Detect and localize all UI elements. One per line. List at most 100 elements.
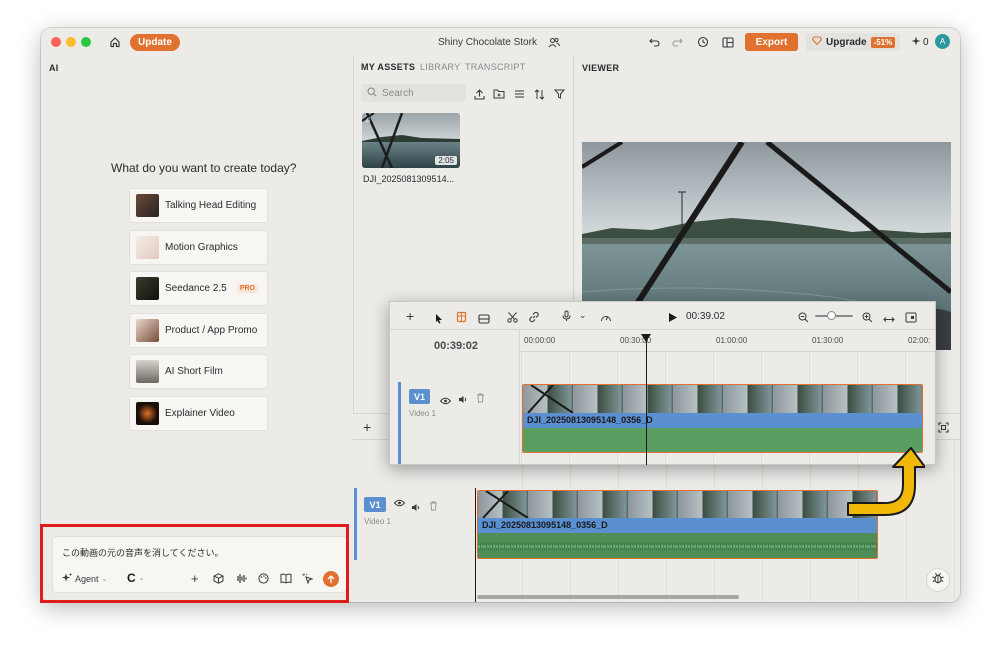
settings-button[interactable]	[926, 568, 950, 592]
zoom-toolbar: + ⌄ 00:39.02	[390, 302, 935, 330]
asset-thumbnail[interactable]: ♫ 2:05	[362, 113, 460, 168]
template-seedance[interactable]: Seedance 2.5 PRO	[129, 271, 268, 306]
minimize-window-button[interactable]	[66, 37, 76, 47]
credits-counter[interactable]: 0	[911, 36, 929, 49]
mic-icon[interactable]	[562, 309, 571, 327]
zoom-slider[interactable]	[815, 311, 853, 320]
scissors-icon[interactable]	[507, 310, 518, 328]
track-header-v1[interactable]: V1 Video 1	[354, 488, 475, 560]
blade-magnet-icon[interactable]	[456, 310, 467, 328]
clip-video-band: DJI_20250813095148_0356_D	[523, 413, 922, 428]
playhead-handle[interactable]	[641, 334, 651, 342]
update-button[interactable]: Update	[130, 34, 180, 51]
highlight-box	[40, 524, 349, 603]
horizontal-scrollbar[interactable]	[477, 595, 739, 599]
audio-indicator-icon: ♫	[365, 115, 371, 124]
upload-icon[interactable]	[472, 87, 486, 101]
timeline-view-icon[interactable]	[905, 310, 917, 328]
template-ai-short-film[interactable]: AI Short Film	[129, 354, 268, 389]
discount-badge: -51%	[870, 36, 896, 48]
trash-icon[interactable]	[429, 498, 438, 516]
search-icon	[367, 86, 377, 100]
template-thumbnail	[136, 402, 159, 425]
tab-my-assets[interactable]: MY ASSETS	[361, 62, 415, 72]
sort-icon[interactable]	[532, 87, 546, 101]
video-clip[interactable]: DJI_20250813095148_0356_D	[477, 490, 878, 559]
ruler-tick: 01:00:00	[716, 336, 748, 345]
export-button[interactable]: Export	[745, 33, 798, 51]
avatar[interactable]: A	[935, 34, 950, 49]
volume-icon[interactable]	[411, 499, 421, 517]
ripple-icon[interactable]	[478, 311, 490, 329]
template-label: Product / App Promo	[165, 325, 258, 336]
asset-duration: 2:05	[435, 156, 457, 165]
speed-icon[interactable]	[600, 310, 612, 328]
fit-width-icon[interactable]	[883, 311, 895, 329]
clip-video-band: DJI_20250813095148_0356_D	[478, 518, 877, 533]
ruler-tick: 00:00:00	[524, 336, 556, 345]
filter-icon[interactable]	[552, 87, 566, 101]
zoom-track-header-v1[interactable]: V1 Video 1	[398, 382, 520, 464]
eye-icon[interactable]	[439, 392, 452, 410]
tab-library[interactable]: LIBRARY	[420, 62, 460, 72]
add-track-icon[interactable]: +	[406, 308, 414, 324]
ruler-tick: 01:30:00	[812, 336, 844, 345]
home-icon[interactable]	[107, 34, 123, 50]
pro-badge: PRO	[236, 284, 258, 293]
tab-transcript[interactable]: TRANSCRIPT	[465, 62, 526, 72]
template-thumbnail	[136, 277, 159, 300]
upgrade-button[interactable]: Upgrade -51%	[806, 33, 900, 51]
title-bar: Update Shiny Chocolate Stork Export Upgr…	[41, 28, 960, 56]
asset-name[interactable]: DJI_2025081309514...	[363, 174, 454, 184]
project-title[interactable]: Shiny Chocolate Stork	[438, 37, 537, 48]
new-folder-icon[interactable]	[492, 87, 506, 101]
layout-icon[interactable]	[721, 35, 735, 49]
zoom-ruler: 00:00:00 00:30:00 01:00:00 01:30:00 02:0…	[521, 330, 935, 352]
chevron-down-icon[interactable]: ⌄	[579, 310, 587, 321]
zoom-slider-thumb[interactable]	[827, 311, 836, 320]
template-product-promo[interactable]: Product / App Promo	[129, 313, 268, 348]
close-window-button[interactable]	[51, 37, 61, 47]
gem-icon	[811, 36, 823, 48]
track-name: Video 1	[364, 517, 391, 526]
playhead[interactable]	[641, 334, 651, 465]
link-icon[interactable]	[528, 310, 540, 328]
template-label: Seedance 2.5	[165, 283, 227, 294]
template-motion-graphics[interactable]: Motion Graphics	[129, 230, 268, 265]
zoom-in-icon[interactable]	[862, 310, 873, 328]
undo-icon[interactable]	[647, 35, 661, 49]
template-talking-head[interactable]: Talking Head Editing	[129, 188, 268, 223]
trash-icon[interactable]	[476, 390, 485, 408]
select-tool-icon[interactable]	[435, 311, 443, 329]
fullscreen-icon[interactable]	[938, 420, 949, 438]
search-input[interactable]: Search	[361, 84, 466, 102]
template-label: Talking Head Editing	[165, 200, 257, 211]
template-thumbnail	[136, 194, 159, 217]
template-thumbnail	[136, 319, 159, 342]
search-placeholder: Search	[382, 87, 414, 99]
add-track-icon[interactable]: +	[363, 419, 371, 435]
history-icon[interactable]	[696, 35, 710, 49]
upgrade-label: Upgrade	[826, 36, 867, 48]
zoom-window-button[interactable]	[81, 37, 91, 47]
clip-name: DJI_20250813095148_0356_D	[527, 415, 653, 425]
list-view-icon[interactable]	[512, 87, 526, 101]
zoom-out-icon[interactable]	[798, 310, 809, 328]
credits-value: 0	[923, 37, 929, 48]
play-icon[interactable]	[668, 310, 678, 328]
redo-icon[interactable]	[670, 35, 684, 49]
eye-icon[interactable]	[393, 499, 406, 509]
viewer-label: VIEWER	[582, 63, 620, 73]
playhead[interactable]	[475, 488, 476, 602]
clip-name: DJI_20250813095148_0356_D	[482, 520, 608, 530]
ruler-tick: 02:00:	[908, 336, 931, 345]
track-label: V1	[364, 497, 386, 512]
collaborators-icon[interactable]	[547, 35, 561, 49]
volume-icon[interactable]	[458, 391, 468, 409]
zoom-video-clip[interactable]: DJI_20250813095148_0356_D	[522, 384, 923, 453]
template-label: Motion Graphics	[165, 242, 238, 253]
template-thumbnail	[136, 236, 159, 259]
prompt-title: What do you want to create today?	[111, 161, 297, 175]
template-label: AI Short Film	[165, 366, 223, 377]
template-explainer-video[interactable]: Explainer Video	[129, 396, 268, 431]
